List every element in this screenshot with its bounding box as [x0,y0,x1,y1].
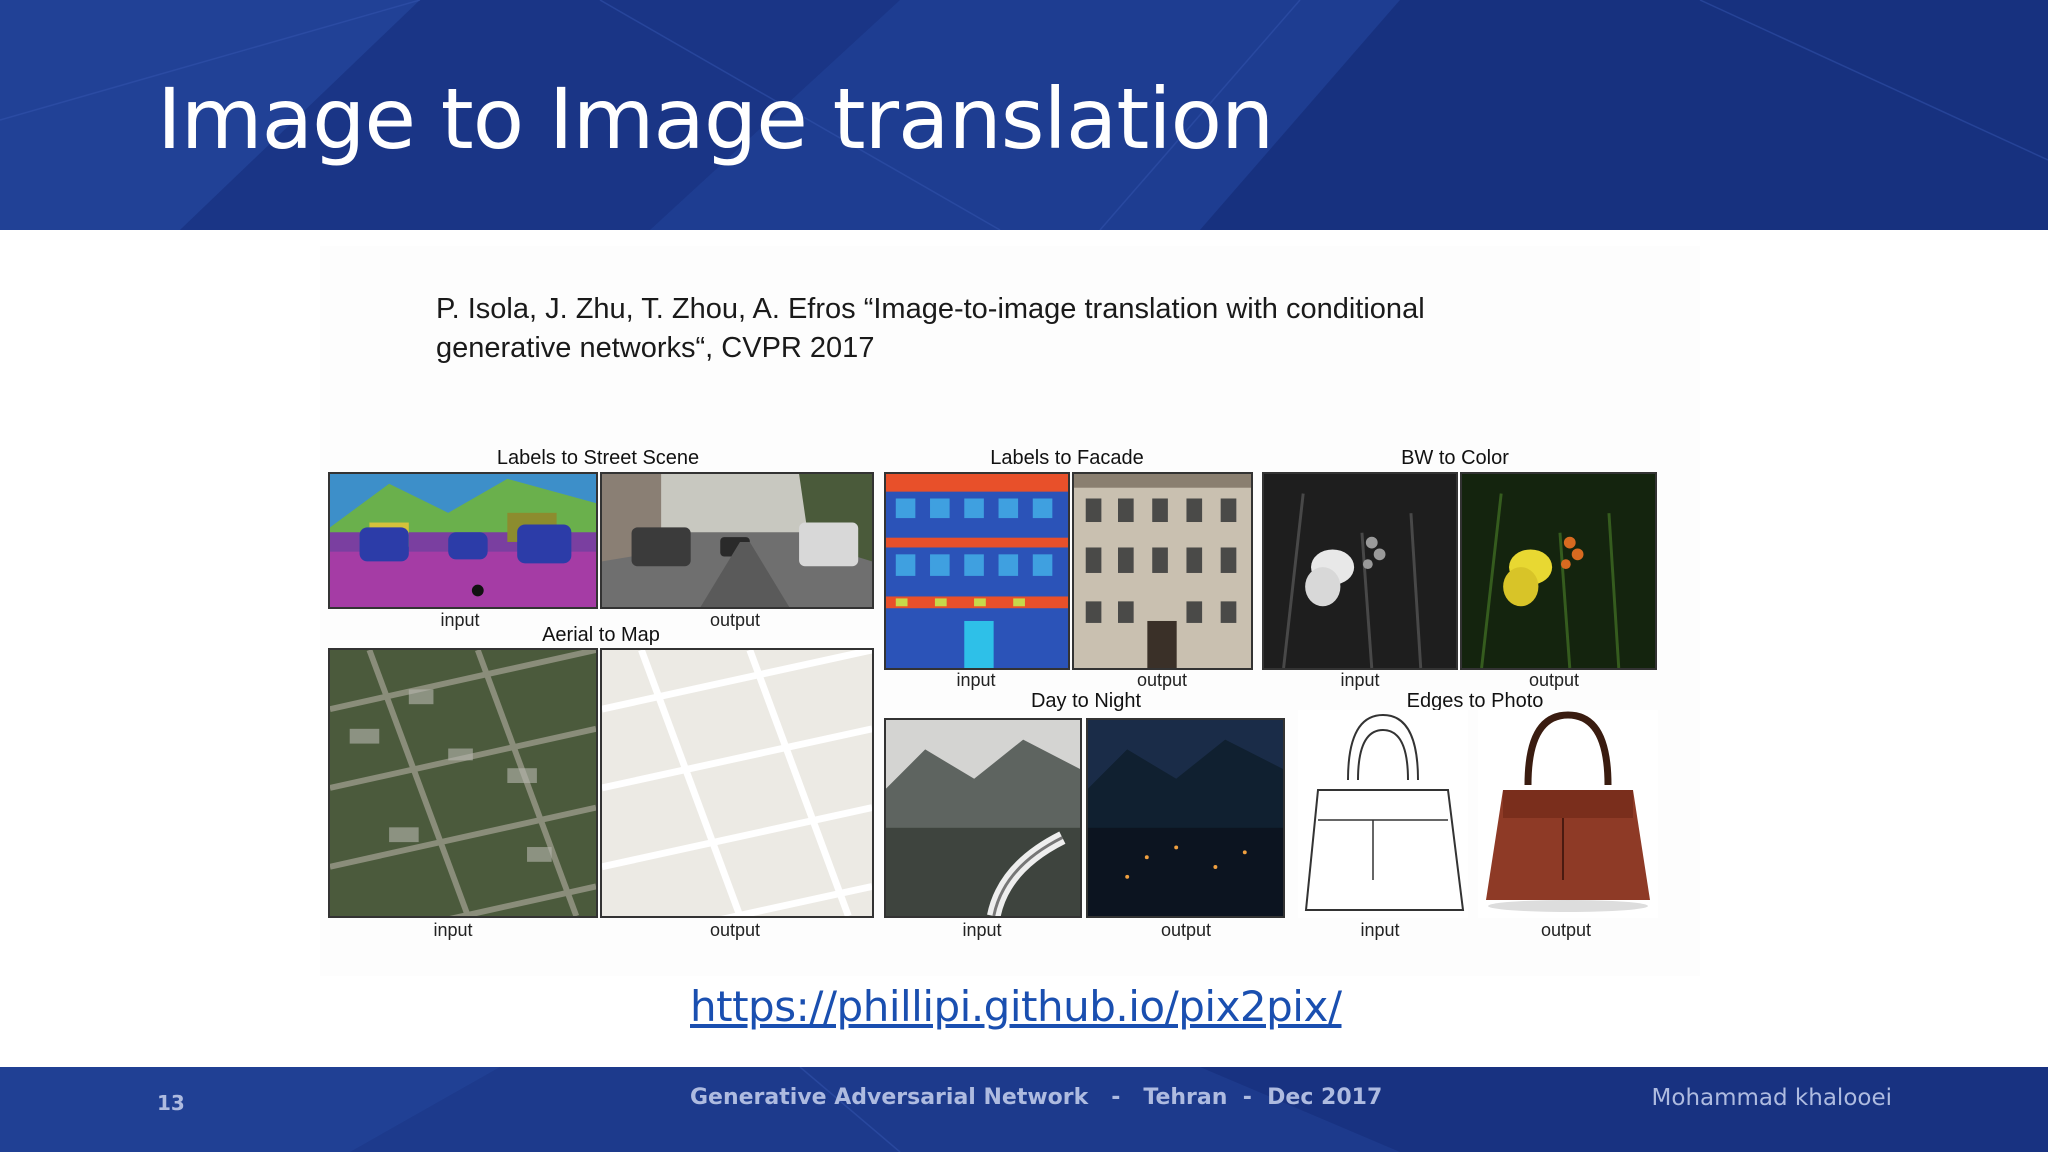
bag-edges-input-image [1298,710,1468,918]
map-output-caption: output [709,920,761,940]
aerial-input-image [328,648,598,918]
citation-line-2: generative networks“, CVPR 2017 [436,332,875,364]
panel-title-day-night: Day to Night [1030,690,1142,712]
bw-input-caption: input [1340,670,1380,690]
slide-footer: 13 Generative Adversarial Network - Tehr… [0,1067,2048,1152]
panel-title-bw-color: BW to Color [1401,447,1509,469]
footer-author: Mohammad khalooei [1651,1085,1892,1111]
panel-title-facade: Labels to Facade [990,447,1144,469]
street-labels-input-image [328,472,598,609]
bw-input-image [1262,472,1458,670]
facade-input-caption: input [956,670,996,690]
night-output-caption: output [1160,920,1212,940]
slide-title: Image to Image translation [157,70,1274,168]
aerial-input-caption: input [433,920,473,940]
map-output-image [600,648,874,918]
bag-photo-output-image [1478,710,1658,918]
edges-input-caption: input [1360,920,1400,940]
street-output-caption: output [709,610,761,630]
street-input-caption: input [440,610,480,630]
day-input-caption: input [962,920,1002,940]
footer-event-text: Generative Adversarial Network - Tehran … [690,1085,1383,1110]
street-output-image [600,472,874,609]
facade-output-image [1072,472,1253,670]
panel-title-aerial-map: Aerial to Map [542,624,660,646]
color-output-image [1460,472,1657,670]
citation-line-1: P. Isola, J. Zhu, T. Zhou, A. Efros “Ima… [436,293,1425,325]
facade-output-caption: output [1136,670,1188,690]
color-output-caption: output [1528,670,1580,690]
slide-header: Image to Image translation [0,0,2048,230]
facade-labels-input-image [884,472,1070,670]
photo-output-caption: output [1540,920,1592,940]
citation: P. Isola, J. Zhu, T. Zhou, A. Efros “Ima… [436,290,1636,368]
project-link[interactable]: https://phillipi.github.io/pix2pix/ [690,982,1342,1031]
page-number: 13 [157,1091,185,1115]
panel-title-street-scene: Labels to Street Scene [496,447,700,469]
day-input-image [884,718,1082,918]
night-output-image [1086,718,1285,918]
